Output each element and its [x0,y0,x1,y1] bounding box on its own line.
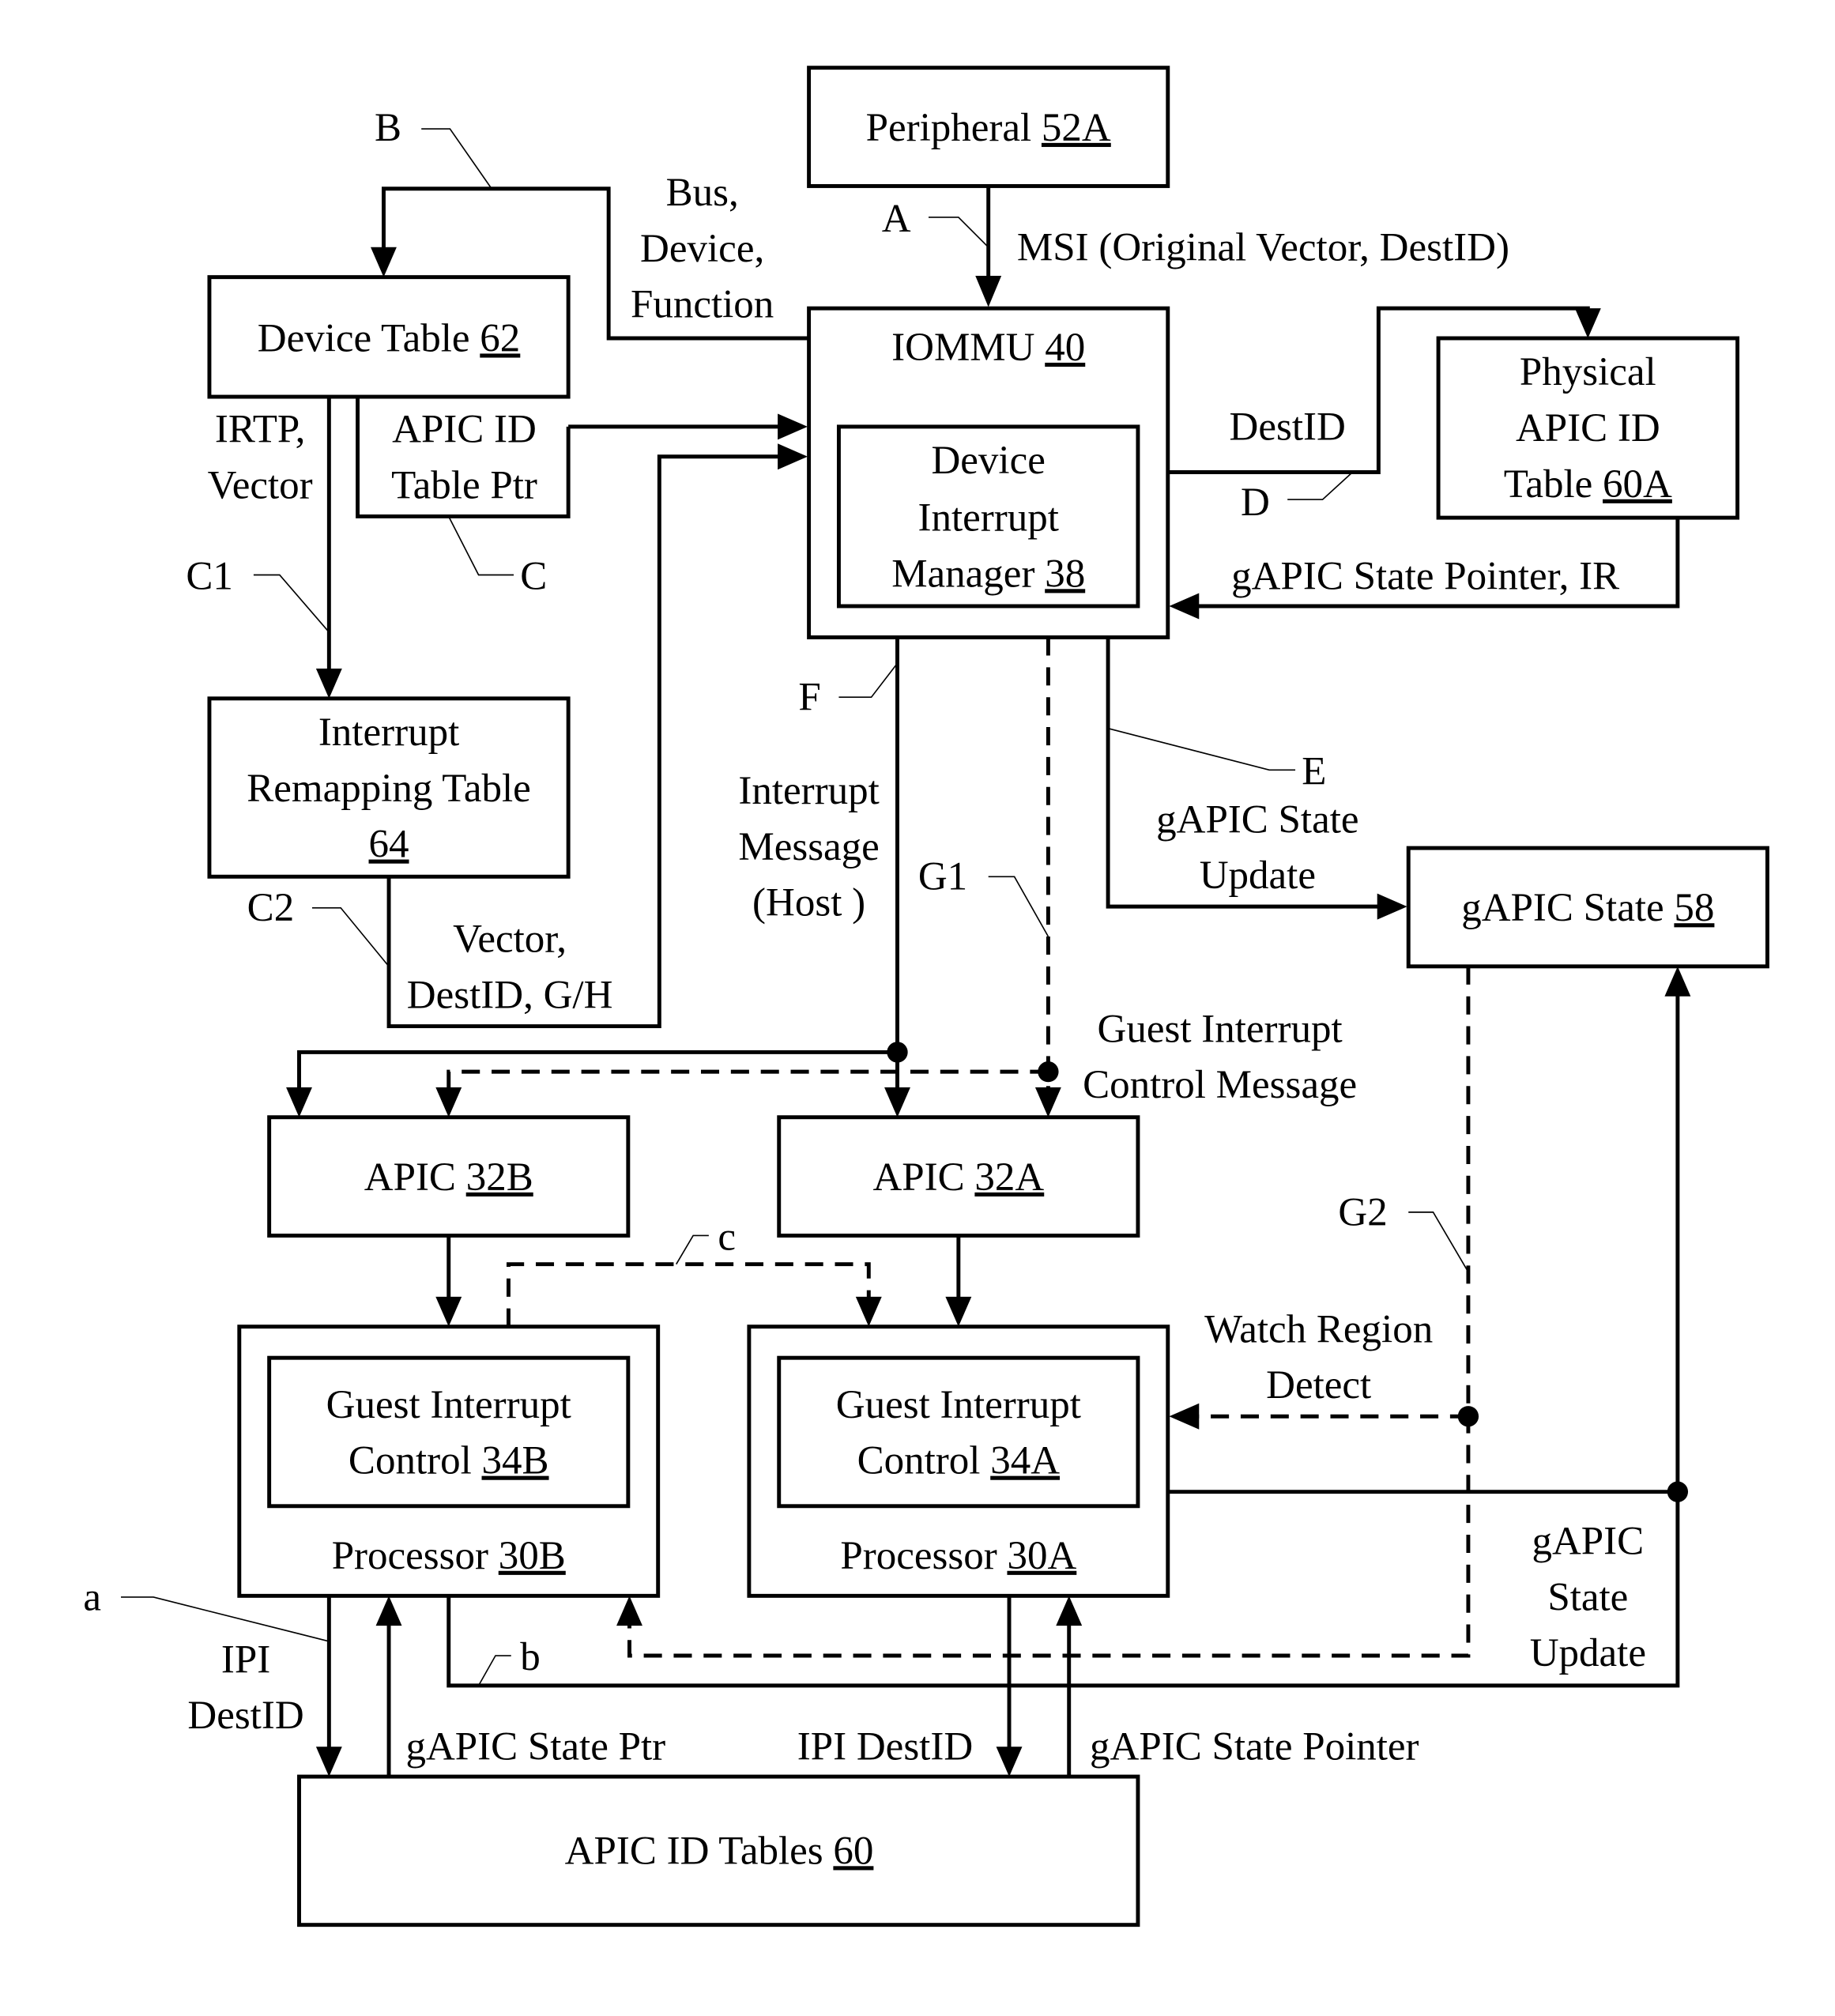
callout-c: c [676,1215,736,1265]
svg-text:Interrupt: Interrupt [918,496,1058,541]
svg-text:Device: Device [931,439,1045,483]
callout-b: b [477,1635,541,1686]
svg-text:Watch Region: Watch Region [1204,1307,1433,1351]
processor-30b-block: Guest Interrupt Control 34B Processor 30… [237,1325,661,1598]
svg-text:APIC 32A: APIC 32A [872,1155,1044,1200]
apic-32a-block: APIC 32A [777,1115,1140,1238]
svg-text:Update: Update [1530,1631,1646,1675]
svg-text:Interrupt: Interrupt [738,769,879,813]
apic-id-ptr-arrow [568,413,808,440]
callout-B: B [375,106,492,190]
svg-text:G2: G2 [1338,1190,1387,1234]
svg-text:IRTP,: IRTP, [215,408,306,452]
svg-text:Physical: Physical [1520,350,1656,394]
callout-G1: G1 [918,855,1049,937]
callout-E: E [1107,727,1326,793]
svg-text:Vector,: Vector, [453,918,567,962]
svg-text:D: D [1241,480,1270,525]
svg-text:DestID: DestID [187,1694,303,1738]
gapic-ptr-ir-arrow: gAPIC State Pointer, IR [1169,518,1680,620]
svg-text:Control 34A: Control 34A [857,1439,1061,1483]
interrupt-flow-diagram: Peripheral 52A IOMMU 40 Device Interrupt… [83,66,1769,1927]
svg-text:Vector: Vector [208,463,313,507]
apic-32b-block: APIC 32B [267,1115,631,1238]
svg-text:Processor 30A: Processor 30A [840,1534,1076,1578]
processor-30a-block: Guest Interrupt Control 34A Processor 30… [747,1325,1170,1598]
svg-text:G1: G1 [918,855,967,899]
ipi-dashed-arrow [506,1262,882,1327]
svg-text:APIC 32B: APIC 32B [364,1155,533,1200]
svg-text:APIC ID: APIC ID [1516,406,1660,450]
svg-text:Peripheral 52A: Peripheral 52A [866,106,1111,150]
msi-arrow: MSI (Original Vector, DestID) [975,186,1509,307]
gapic-state-update-arrow: gAPIC State Update [1106,637,1407,920]
callout-C2: C2 [247,886,390,967]
svg-text:gAPIC State Ptr: gAPIC State Ptr [405,1725,665,1769]
svg-text:IPI: IPI [221,1637,270,1682]
svg-text:DestID: DestID [1230,405,1346,449]
svg-text:c: c [718,1215,736,1260]
svg-text:gAPIC State 58: gAPIC State 58 [1461,886,1714,930]
svg-text:State: State [1547,1575,1628,1619]
apic-b-to-processor-arrow [435,1235,462,1327]
svg-text:gAPIC State Pointer: gAPIC State Pointer [1090,1725,1419,1769]
device-table-block: Device Table 62 [207,275,571,399]
svg-text:MSI (Original Vector, DestID): MSI (Original Vector, DestID) [1017,225,1509,269]
svg-text:APIC ID: APIC ID [392,408,537,452]
svg-text:(Host ): (Host ) [752,881,865,925]
processor-b-ipi-arrow: IPI DestID [187,1596,342,1777]
svg-text:Update: Update [1200,854,1316,898]
svg-text:IPI DestID: IPI DestID [797,1725,973,1769]
svg-text:Guest Interrupt: Guest Interrupt [836,1383,1081,1427]
svg-text:64: 64 [369,823,409,867]
apic-id-table-ptr-box: APIC ID Table Ptr [356,397,571,518]
svg-text:gAPIC: gAPIC [1532,1520,1644,1564]
interrupt-remapping-table-block: Interrupt Remapping Table 64 [207,696,571,879]
svg-text:Processor 30B: Processor 30B [332,1534,566,1578]
callout-C: C [448,516,547,599]
svg-text:Device Table 62: Device Table 62 [258,316,521,360]
svg-text:Device,: Device, [640,227,764,271]
svg-text:b: b [520,1635,541,1679]
svg-text:IOMMU 40: IOMMU 40 [891,326,1085,370]
svg-text:Function: Function [631,283,774,327]
gapic-state-block: gAPIC State 58 [1406,846,1769,969]
callout-C1: C1 [186,555,330,633]
physical-apic-id-table-block: Physical APIC ID Table 60A [1436,336,1740,520]
callout-G2: G2 [1338,1190,1469,1272]
svg-text:E: E [1302,749,1326,793]
apic-a-to-processor-arrow [945,1235,972,1327]
callout-A: A [882,197,989,248]
svg-text:C1: C1 [186,555,233,599]
svg-text:Guest Interrupt: Guest Interrupt [1098,1007,1343,1051]
svg-text:B: B [375,106,401,150]
svg-text:F: F [798,676,820,720]
svg-text:Table Ptr: Table Ptr [391,463,537,507]
svg-text:APIC ID Tables 60: APIC ID Tables 60 [565,1829,874,1873]
svg-text:Table 60A: Table 60A [1504,462,1672,507]
irtp-arrow: IRTP, Vector [208,397,342,699]
callout-D: D [1241,471,1354,525]
svg-text:a: a [83,1575,101,1619]
svg-text:Control Message: Control Message [1083,1063,1357,1107]
svg-text:Message: Message [738,825,879,869]
svg-text:DestID, G/H: DestID, G/H [407,974,613,1018]
svg-text:Control 34B: Control 34B [349,1439,549,1483]
svg-text:Remapping Table: Remapping Table [247,767,530,811]
svg-text:A: A [882,197,911,241]
device-interrupt-manager-block: Device Interrupt Manager 38 [836,424,1140,609]
svg-text:C2: C2 [247,886,295,930]
svg-text:gAPIC State Pointer, IR: gAPIC State Pointer, IR [1231,555,1619,599]
svg-text:Detect: Detect [1266,1363,1371,1407]
callout-F: F [798,662,899,720]
peripheral-block: Peripheral 52A [807,66,1170,188]
svg-text:Manager 38: Manager 38 [891,552,1085,596]
svg-text:Guest Interrupt: Guest Interrupt [326,1383,571,1427]
apic-id-tables-block: APIC ID Tables 60 [297,1774,1140,1927]
svg-text:gAPIC State: gAPIC State [1156,797,1358,842]
svg-text:Interrupt: Interrupt [318,710,459,755]
svg-text:Bus,: Bus, [666,171,739,215]
svg-text:C: C [520,555,547,599]
